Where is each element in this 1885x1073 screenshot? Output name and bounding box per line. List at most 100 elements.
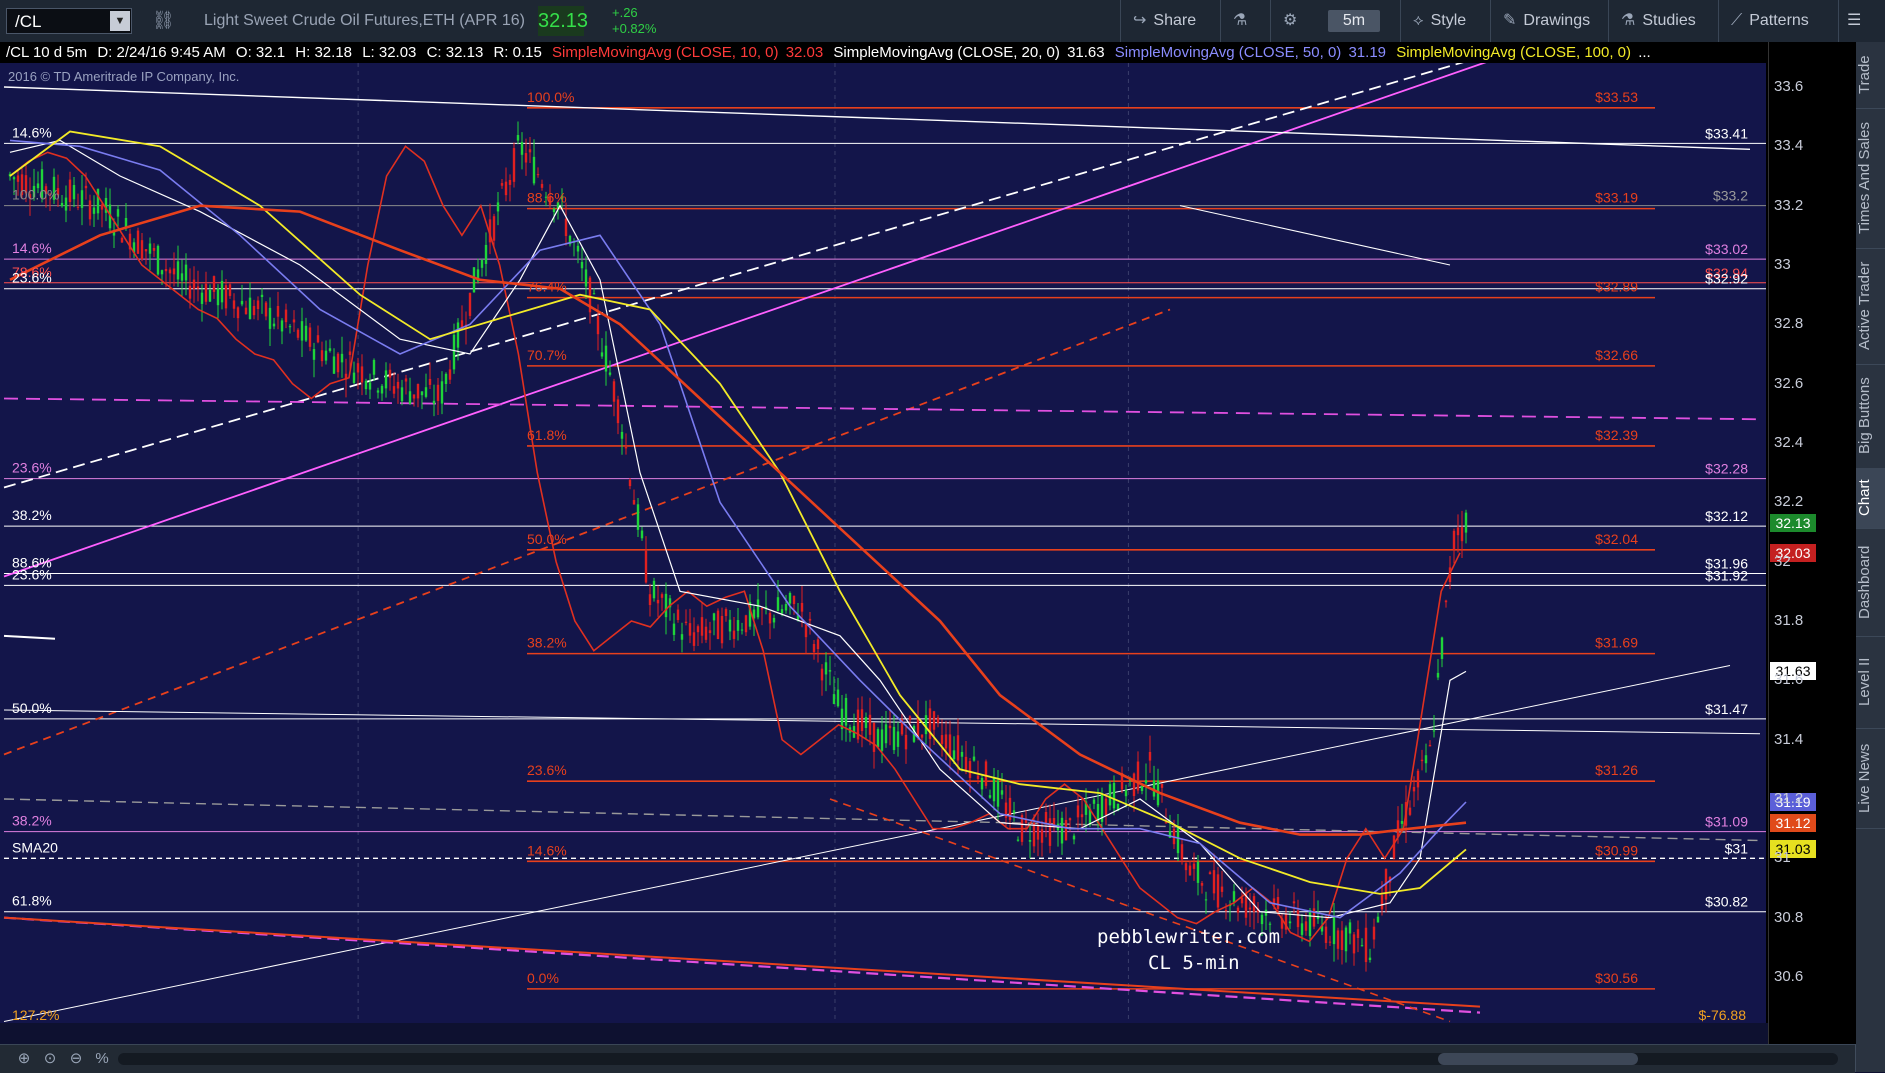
candle-body	[1224, 909, 1228, 911]
tab-big-buttons[interactable]: Big Buttons	[1856, 364, 1885, 469]
level-value: $31.47	[1705, 701, 1748, 717]
fib-value-label: $30.56	[1595, 970, 1638, 986]
candle-body	[416, 383, 420, 399]
candle-body	[504, 181, 508, 196]
zoom-reset-icon[interactable]: ⊙	[40, 1049, 60, 1069]
candle-body	[192, 279, 196, 289]
candle-body	[352, 372, 356, 383]
candle-body	[636, 504, 640, 530]
share-button[interactable]: ↪ Share	[1120, 0, 1220, 42]
candle-body	[1236, 907, 1240, 913]
candle-body	[1372, 926, 1376, 940]
studies-button[interactable]: ⚗ Studies	[1608, 0, 1720, 42]
style-button[interactable]: ⟡ Style	[1400, 0, 1500, 42]
candle-body	[520, 142, 524, 155]
level-value: $30.82	[1705, 894, 1748, 910]
candle-body	[680, 634, 684, 640]
sma100-label[interactable]: SimpleMovingAvg (CLOSE, 100, 0)	[1396, 44, 1631, 61]
candle-body	[1424, 755, 1428, 764]
candle-body	[1180, 844, 1184, 860]
candle-body	[1300, 923, 1304, 935]
tab-dashboard[interactable]: Dashboard	[1856, 528, 1885, 637]
candle-body	[308, 327, 312, 347]
candle-body	[1288, 921, 1292, 924]
chevron-down-icon[interactable]: ▼	[110, 11, 130, 31]
zoom-out-icon[interactable]: ⊖	[66, 1049, 86, 1069]
candle-body	[1076, 805, 1080, 818]
sma20-label[interactable]: SimpleMovingAvg (CLOSE, 20, 0)	[833, 44, 1060, 61]
scrollbar-thumb[interactable]	[1438, 1053, 1638, 1065]
level-left-label: 61.8%	[12, 893, 52, 909]
candle-body	[672, 623, 676, 635]
percent-icon[interactable]: %	[92, 1049, 112, 1069]
candle-body	[1212, 870, 1216, 894]
candle-body	[972, 756, 976, 761]
tab-active-trader[interactable]: Active Trader	[1856, 248, 1885, 365]
candle-body	[204, 283, 208, 302]
tab-trade[interactable]: Trade	[1856, 42, 1885, 109]
last-price: 32.13	[538, 6, 588, 36]
candle-body	[172, 268, 176, 275]
candle-body	[664, 593, 668, 618]
candle-body	[780, 609, 784, 614]
candle-body	[324, 350, 328, 361]
tab-level-ii[interactable]: Level II	[1856, 636, 1885, 729]
candle-body	[1304, 921, 1308, 931]
tab-live-news[interactable]: Live News	[1856, 728, 1885, 829]
candle-body	[632, 500, 636, 505]
candle-body	[144, 249, 148, 252]
drawings-button[interactable]: ✎ Drawings	[1490, 0, 1620, 42]
y-axis-tick: 32.2	[1774, 493, 1804, 511]
tab-chart[interactable]: Chart	[1856, 468, 1885, 529]
price-chart[interactable]: 30.630.83131.231.431.631.83232.232.432.6…	[0, 56, 1797, 1042]
candle-body	[576, 245, 580, 252]
sma50-label[interactable]: SimpleMovingAvg (CLOSE, 50, 0)	[1115, 44, 1342, 61]
plot-background	[0, 63, 1768, 1023]
candle-body	[660, 594, 664, 598]
candle-body	[1464, 512, 1468, 533]
settings-button[interactable]: ⚙	[1270, 0, 1316, 42]
candle-body	[884, 724, 888, 744]
candle-body	[456, 322, 460, 348]
y-axis-tick: 31.4	[1774, 730, 1804, 748]
flask-button[interactable]: ⚗	[1220, 0, 1270, 42]
bottom-right-label: $-76.88	[1699, 1007, 1747, 1023]
candle-body	[528, 149, 532, 153]
candle-body	[1060, 817, 1064, 844]
zoom-in-icon[interactable]: ⊕	[14, 1049, 34, 1069]
candle-body	[936, 717, 940, 723]
fib-percent-label: 23.6%	[527, 762, 567, 778]
candle-body	[284, 309, 288, 323]
timeframe-button[interactable]: 5m	[1328, 10, 1380, 32]
candle-body	[244, 307, 248, 315]
tab-times-and-sales[interactable]: Times And Sales	[1856, 108, 1885, 249]
candle-body	[1276, 897, 1280, 910]
candle-body	[1260, 914, 1264, 925]
y-axis-tick: 33.4	[1774, 137, 1804, 155]
candle-body	[1360, 945, 1364, 947]
candle-body	[1092, 799, 1096, 804]
candle-body	[268, 307, 272, 329]
candle-body	[16, 175, 20, 182]
candle-body	[1456, 527, 1460, 536]
link-icon[interactable]: ⛓	[152, 10, 175, 31]
candle-body	[620, 431, 624, 439]
candle-body	[1132, 773, 1136, 797]
candle-body	[1240, 897, 1244, 904]
sma10-label[interactable]: SimpleMovingAvg (CLOSE, 10, 0)	[552, 44, 779, 61]
horizontal-scrollbar[interactable]	[118, 1053, 1838, 1065]
more-studies[interactable]: ...	[1638, 44, 1651, 61]
candle-body	[592, 293, 596, 295]
watermark-site: pebblewriter.com	[1097, 926, 1280, 948]
bottom-left-label: 127.2%	[12, 1007, 59, 1023]
fib-value-label: $31.26	[1595, 762, 1638, 778]
level-left-label: 23.6%	[12, 270, 52, 286]
y-axis-tick: 32	[1774, 552, 1791, 570]
price-change-percent: +0.82%	[612, 21, 657, 36]
candle-body	[196, 286, 200, 289]
candle-body	[888, 725, 892, 729]
candle-body	[332, 356, 336, 374]
fib-value-label: $33.53	[1595, 89, 1638, 105]
right-panel: Trade Times And Sales Active Trader Big …	[1855, 42, 1885, 1072]
candle-body	[896, 731, 900, 747]
